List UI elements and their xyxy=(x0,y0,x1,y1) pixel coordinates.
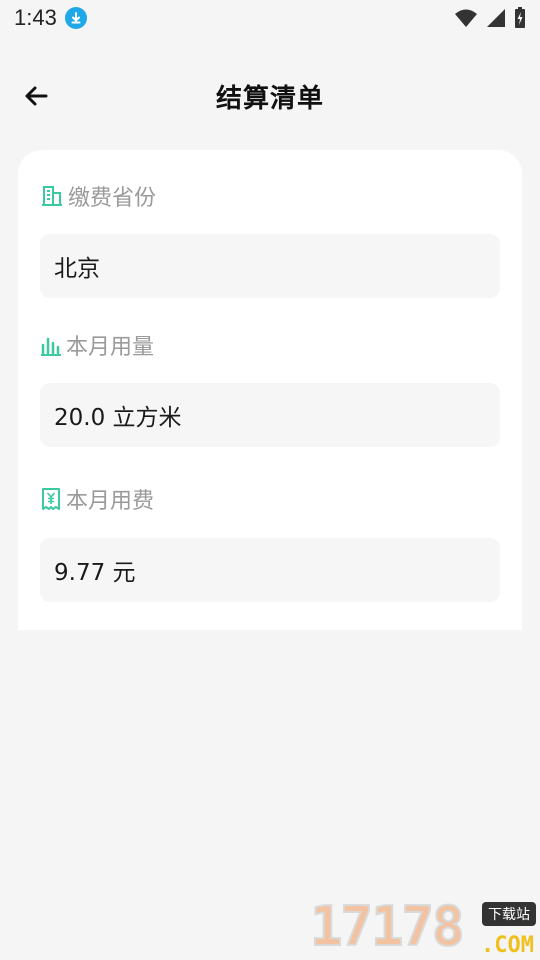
watermark-digits: 17178 xyxy=(309,894,466,959)
page-title: 结算清单 xyxy=(215,83,324,114)
watermark-tag: 下载站 xyxy=(482,902,536,926)
battery-icon xyxy=(515,7,525,28)
section-label-text: 本月用量 xyxy=(66,335,155,360)
back-button[interactable] xyxy=(18,78,54,114)
site-watermark: 17178 下载站 .COM xyxy=(309,894,540,960)
usage-value: 20.0 立方米 xyxy=(40,383,500,447)
section-label-text: 本月用费 xyxy=(66,489,155,514)
section-label-text: 缴费省份 xyxy=(68,186,157,211)
status-time: 1:43 xyxy=(14,5,57,30)
watermark-suffix: .COM xyxy=(481,933,534,958)
settlement-card: 缴费省份 北京 本月用量 20.0 立方米 本月用费 9.77 元 xyxy=(18,150,522,630)
status-bar: 1:43 xyxy=(0,0,540,36)
province-value: 北京 xyxy=(40,234,500,298)
section-label-province: 缴费省份 xyxy=(40,180,156,212)
yuan-receipt-icon xyxy=(42,488,60,510)
section-label-usage: 本月用量 xyxy=(40,329,154,361)
app-bar: 结算清单 xyxy=(0,60,540,132)
section-label-fee: 本月用费 xyxy=(40,483,154,515)
wifi-icon xyxy=(455,9,477,27)
status-icons xyxy=(454,7,526,29)
signal-icon xyxy=(487,9,505,27)
fee-value: 9.77 元 xyxy=(40,538,500,602)
bar-chart-icon xyxy=(41,337,61,356)
building-icon xyxy=(42,186,62,206)
arrow-left-icon xyxy=(25,86,48,106)
download-icon xyxy=(64,7,87,29)
